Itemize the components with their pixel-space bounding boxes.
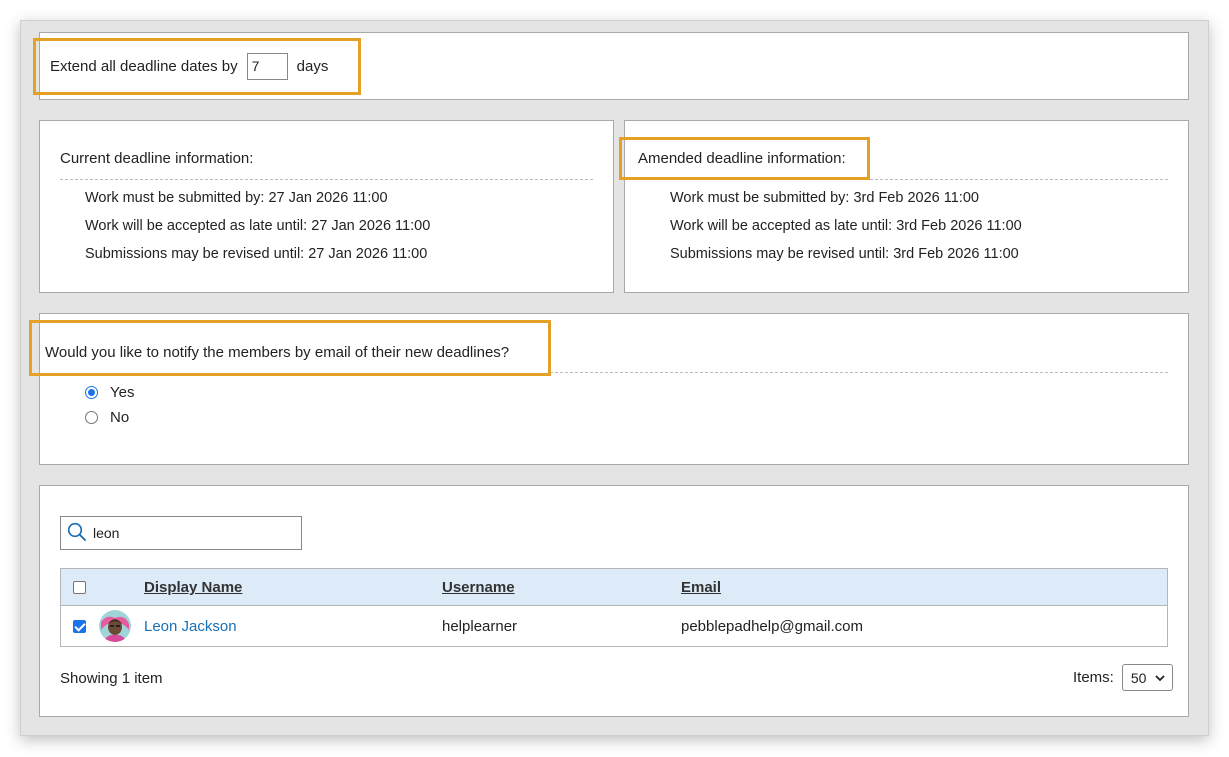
amended-line-submitted: Work must be submitted by: 3rd Feb 2026 … [670, 190, 979, 206]
table-header: Display Name Username Email [61, 569, 1167, 606]
current-line-submitted: Work must be submitted by: 27 Jan 2026 1… [85, 190, 388, 206]
amended-deadline-panel [624, 120, 1189, 293]
items-label: Items: [1073, 669, 1114, 686]
select-all-checkbox[interactable] [73, 581, 86, 594]
search-input[interactable] [93, 525, 293, 541]
member-name-link[interactable]: Leon Jackson [144, 618, 237, 635]
column-email[interactable]: Email [681, 579, 721, 596]
radio-yes[interactable]: Yes [85, 384, 134, 401]
current-line-late: Work will be accepted as late until: 27 … [85, 218, 431, 234]
row-checkbox[interactable] [73, 620, 86, 633]
divider [60, 179, 593, 180]
extend-row: Extend all deadline dates by days [50, 52, 328, 80]
radio-no-label: No [110, 409, 130, 426]
avatar [99, 610, 131, 642]
items-select-value: 50 [1130, 669, 1147, 686]
search-icon [67, 522, 87, 545]
amended-deadline-title: Amended deadline information: [638, 150, 846, 167]
days-label: days [296, 57, 329, 75]
divider [870, 179, 1168, 180]
amended-line-late: Work will be accepted as late until: 3rd… [670, 218, 1022, 234]
chevron-down-icon [1154, 671, 1166, 687]
member-username: helplearner [442, 618, 518, 635]
radio-yes-label: Yes [110, 384, 135, 401]
column-display-name[interactable]: Display Name [144, 579, 242, 596]
extend-label: Extend all deadline dates by [50, 57, 238, 75]
column-username[interactable]: Username [442, 579, 515, 596]
current-line-revised: Submissions may be revised until: 27 Jan… [85, 246, 428, 262]
items-select[interactable]: 50 [1121, 664, 1173, 691]
member-email: pebblepadhelp@gmail.com [681, 618, 864, 635]
current-deadline-title: Current deadline information: [60, 150, 254, 167]
notify-panel [39, 313, 1189, 465]
radio-no-control[interactable] [85, 411, 98, 424]
days-input[interactable] [246, 52, 288, 80]
showing-count: Showing 1 item [60, 670, 163, 687]
amended-line-revised: Submissions may be revised until: 3rd Fe… [670, 246, 1019, 262]
current-deadline-panel [39, 120, 614, 293]
items-per-page: Items: 50 [1073, 664, 1173, 691]
radio-no[interactable]: No [85, 409, 129, 426]
search-box[interactable] [60, 516, 302, 550]
radio-yes-control[interactable] [85, 386, 98, 399]
notify-question: Would you like to notify the members by … [45, 344, 510, 361]
divider [550, 372, 1168, 373]
members-table: Display Name Username Email Leon Jackson… [60, 568, 1168, 647]
